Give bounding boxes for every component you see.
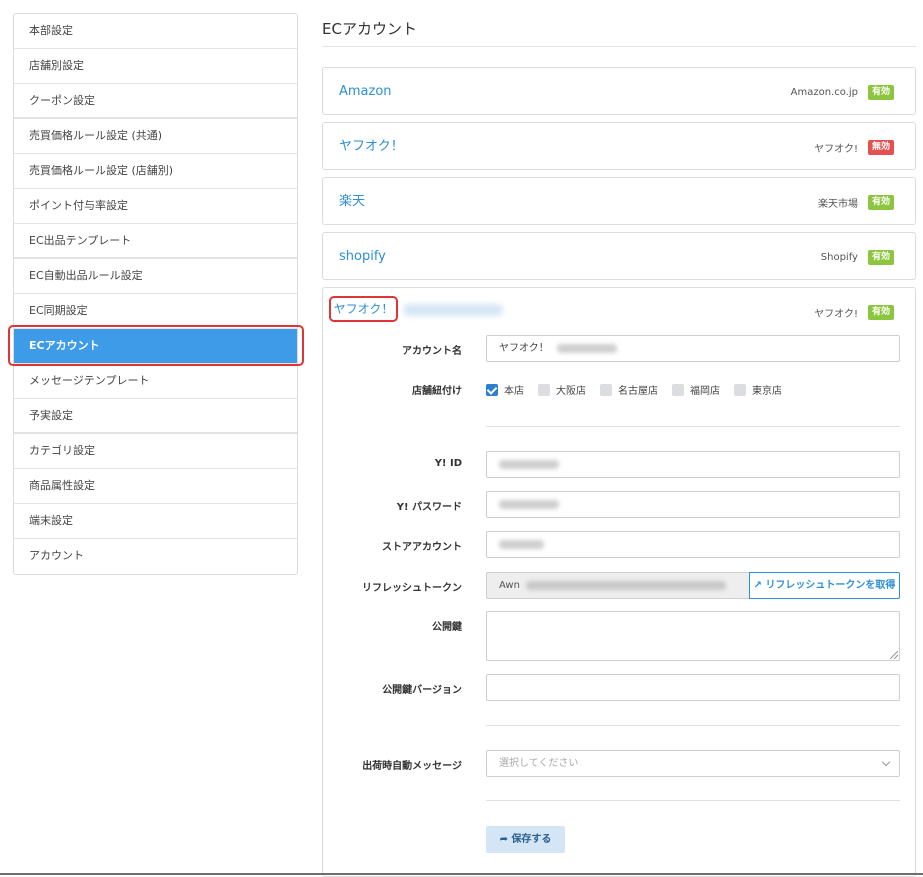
sidebar-item-budget[interactable]: 予実設定 — [14, 399, 297, 434]
account-card-shopify[interactable]: shopify Shopify 有効 — [322, 232, 916, 280]
account-card-rakuten[interactable]: 楽天 楽天市場 有効 — [322, 177, 916, 225]
auto-message-label: 出荷時自動メッセージ — [362, 761, 462, 772]
store-checkbox-tokyo[interactable]: 東京店 — [734, 382, 782, 397]
store-checkbox-osaka[interactable]: 大阪店 — [538, 382, 586, 397]
divider — [486, 725, 900, 726]
account-name[interactable]: shopify — [339, 233, 386, 281]
sidebar-item-ec-auto-rule[interactable]: EC自動出品ルール設定 — [14, 259, 297, 294]
redacted-value — [499, 499, 559, 509]
sidebar-item-product-attr[interactable]: 商品属性設定 — [14, 469, 297, 504]
store-account-input[interactable] — [486, 531, 900, 558]
public-key-textarea[interactable] — [486, 611, 900, 661]
refresh-token-group: Awn ↗ リフレッシュトークンを取得 — [486, 572, 900, 599]
external-link-icon: ↗ — [753, 580, 762, 591]
yid-label: Y! ID — [434, 458, 462, 469]
yid-input[interactable] — [486, 451, 900, 478]
account-store: ヤフオク! — [814, 308, 858, 320]
sidebar-item-account[interactable]: アカウント — [14, 539, 297, 574]
sidebar-item-ec-template[interactable]: EC出品テンプレート — [14, 224, 297, 259]
public-key-version-input[interactable] — [486, 674, 900, 701]
expanded-header[interactable]: ヤフオク！ ヤフオク! 有効 — [323, 288, 915, 336]
refresh-token-label: リフレッシュトークン — [362, 583, 462, 594]
checkbox-icon[interactable] — [538, 383, 550, 396]
status-badge: 有効 — [867, 304, 894, 320]
redacted-value — [525, 580, 726, 590]
resize-grip-icon[interactable] — [890, 651, 898, 659]
sidebar-item-ec-account[interactable]: ECアカウント — [14, 329, 297, 364]
refresh-token-input[interactable]: Awn — [486, 572, 749, 599]
store-checkboxes: 本店 大阪店 名古屋店 福岡店 東京店 — [486, 382, 782, 397]
sidebar-item-ec-sync[interactable]: EC同期設定 — [14, 294, 297, 329]
checkbox-checked-icon[interactable] — [486, 383, 498, 396]
status-badge: 無効 — [867, 139, 894, 155]
account-name[interactable]: Amazon — [339, 68, 392, 116]
account-store: Amazon.co.jp — [790, 86, 858, 98]
status-badge: 有効 — [867, 194, 894, 210]
store-checkbox-fukuoka[interactable]: 福岡店 — [672, 382, 720, 397]
expanded-account-name[interactable]: ヤフオク！ — [329, 296, 398, 322]
sidebar-item-category[interactable]: カテゴリ設定 — [14, 434, 297, 469]
store-link-label: 店舗紐付け — [412, 386, 462, 397]
account-name[interactable]: ヤフオク！ — [339, 123, 404, 171]
sidebar-item-message-template[interactable]: メッセージテンプレート — [14, 364, 297, 399]
page-title: ECアカウント — [322, 0, 916, 47]
ypassword-input[interactable] — [486, 491, 900, 518]
account-card-yahoo-expanded: ヤフオク！ ヤフオク! 有効 アカウント名 ヤフオク！ 店舗紐付け 本店 大阪店… — [322, 287, 916, 877]
redacted-value — [499, 459, 559, 469]
sidebar-item-store-settings[interactable]: 店舗別設定 — [14, 49, 297, 84]
checkbox-icon[interactable] — [734, 383, 746, 396]
redacted-value — [499, 539, 544, 549]
checkbox-icon[interactable] — [672, 383, 684, 396]
public-key-version-label: 公開鍵バージョン — [382, 685, 462, 696]
auto-message-select[interactable]: 選択してください — [486, 750, 900, 777]
chevron-down-icon — [881, 757, 891, 767]
sidebar-item-price-rule-store[interactable]: 売買価格ルール設定 (店舗別) — [14, 154, 297, 189]
redacted-value — [556, 343, 617, 353]
sidebar-item-point-rate[interactable]: ポイント付与率設定 — [14, 189, 297, 224]
account-name-label: アカウント名 — [402, 346, 462, 357]
account-store: 楽天市場 — [817, 198, 858, 210]
settings-sidebar: 本部設定 店舗別設定 クーポン設定 売買価格ルール設定 (共通) 売買価格ルール… — [13, 13, 298, 575]
public-key-label: 公開鍵 — [432, 622, 462, 633]
sidebar-item-honbu[interactable]: 本部設定 — [14, 14, 297, 49]
ypassword-label: Y! パスワード — [396, 502, 462, 513]
sidebar-item-coupon[interactable]: クーポン設定 — [14, 84, 297, 119]
status-badge: 有効 — [867, 84, 894, 100]
divider — [486, 800, 900, 801]
redacted-text — [403, 304, 503, 316]
account-card-yahoo[interactable]: ヤフオク！ ヤフオク! 無効 — [322, 122, 916, 170]
account-store: Shopify — [820, 251, 858, 263]
status-badge: 有効 — [867, 249, 894, 265]
main-content: ECアカウント Amazon Amazon.co.jp 有効 ヤフオク！ ヤフオ… — [322, 0, 916, 877]
store-checkbox-honten[interactable]: 本店 — [486, 382, 524, 397]
checkbox-icon[interactable] — [600, 383, 612, 396]
account-name-input[interactable]: ヤフオク！ — [486, 335, 900, 362]
save-button[interactable]: ➦ 保存する — [486, 826, 565, 853]
get-refresh-token-button[interactable]: ↗ リフレッシュトークンを取得 — [749, 572, 900, 599]
account-store: ヤフオク! — [814, 143, 858, 155]
share-arrow-icon: ➦ — [499, 834, 508, 845]
store-account-label: ストアアカウント — [382, 542, 462, 553]
account-name[interactable]: 楽天 — [339, 178, 365, 226]
divider — [486, 426, 900, 427]
sidebar-item-terminal[interactable]: 端末設定 — [14, 504, 297, 539]
store-checkbox-nagoya[interactable]: 名古屋店 — [600, 382, 658, 397]
sidebar-item-price-rule-common[interactable]: 売買価格ルール設定 (共通) — [14, 119, 297, 154]
account-card-amazon[interactable]: Amazon Amazon.co.jp 有効 — [322, 67, 916, 115]
